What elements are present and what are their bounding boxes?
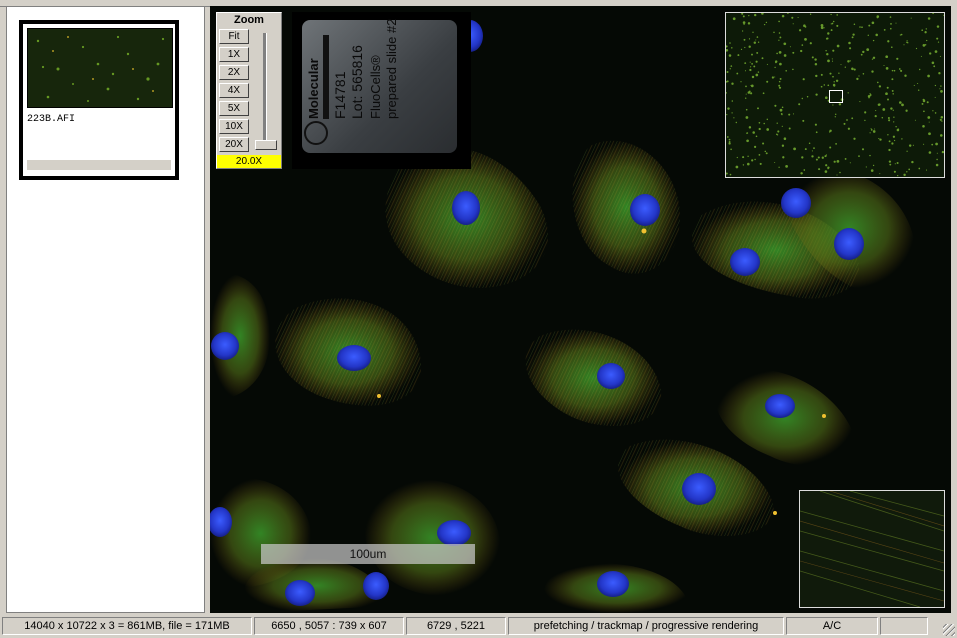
thumbnail-item[interactable]: 223B.AFI (19, 20, 179, 180)
zoom-10x-button[interactable]: 10X (219, 119, 249, 134)
molecular-probes-logo-icon (304, 121, 328, 145)
overview-viewport-indicator[interactable] (829, 90, 843, 103)
thumbnail-filename: 223B.AFI (27, 114, 76, 125)
status-dimensions: 14040 x 10722 x 3 = 861MB, file = 171MB (2, 617, 252, 635)
status-bar: 14040 x 10722 x 3 = 861MB, file = 171MB … (0, 615, 957, 638)
slide-label-card: Molecular F14781 Lot: 565816 FluoCells® … (302, 18, 457, 153)
detail-texture (800, 491, 944, 607)
zoom-4x-button[interactable]: 4X (219, 83, 249, 98)
scale-bar: 100um (261, 544, 475, 564)
overview-map[interactable] (725, 12, 945, 178)
detail-inset (799, 490, 945, 608)
zoom-slider-track[interactable] (263, 33, 267, 141)
thumbnail-image[interactable] (27, 28, 173, 108)
product-name: FluoCells® (368, 55, 383, 119)
thumbnail-texture (28, 29, 172, 107)
status-flag: A/C (786, 617, 878, 635)
status-render-mode: prefetching / trackmap / progressive ren… (508, 617, 784, 635)
zoom-panel: Zoom Fit 1X 2X 4X 5X 10X 20X 20.0X (216, 12, 282, 169)
status-empty-panel (880, 617, 928, 635)
brand-underline (323, 35, 329, 119)
slide-description: prepared slide #2 (384, 18, 399, 119)
slide-label-text: Molecular F14781 Lot: 565816 FluoCells® … (302, 18, 457, 153)
zoom-fit-button[interactable]: Fit (219, 29, 249, 44)
zoom-5x-button[interactable]: 5X (219, 101, 249, 116)
lot-number: Lot: 565816 (349, 45, 365, 119)
zoom-slider-handle[interactable] (255, 140, 277, 150)
resize-grip-icon[interactable] (943, 624, 955, 636)
viewer-edge (951, 6, 957, 613)
slide-label-image: Molecular F14781 Lot: 565816 FluoCells® … (292, 12, 471, 169)
thumbnail-progress-bar (27, 160, 171, 170)
zoom-level-readout: 20.0X (217, 155, 281, 168)
zoom-1x-button[interactable]: 1X (219, 47, 249, 62)
thumbnail-panel: 223B.AFI (6, 6, 205, 613)
zoom-2x-button[interactable]: 2X (219, 65, 249, 80)
status-viewport: 6650 , 5057 : 739 x 607 (254, 617, 404, 635)
status-cursor-position: 6729 , 5221 (406, 617, 506, 635)
zoom-20x-button[interactable]: 20X (219, 137, 249, 152)
zoom-title: Zoom (234, 14, 264, 26)
catalog-number: F14781 (332, 71, 348, 119)
brand-name: Molecular (306, 58, 321, 119)
